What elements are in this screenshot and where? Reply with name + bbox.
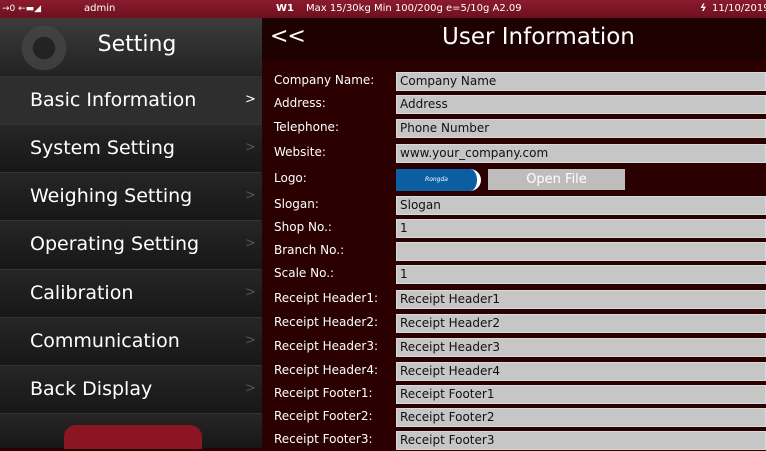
receipt-footer1-field[interactable]: Receipt Footer1 [396,385,766,404]
content-header: << User Information [262,18,766,60]
form-row-receipt-header4: Receipt Header4: Receipt Header4 [262,360,766,382]
form-row-branch-no: Branch No.: [262,240,766,262]
field-label: Receipt Header1: [274,291,379,305]
shop-no-field[interactable]: 1 [396,219,766,238]
sidebar-item-basic-information[interactable]: Basic Information > [0,76,262,124]
field-label: Receipt Header3: [274,339,379,353]
field-label: Logo: [274,171,307,185]
sidebar-item-label: Communication [30,330,180,352]
website-field[interactable]: www.your_company.com [396,144,766,163]
sidebar-header: Setting [0,18,262,76]
sidebar-item-label: System Setting [30,137,175,159]
form-row-receipt-header1: Receipt Header1: Receipt Header1 [262,288,766,310]
branch-no-field[interactable] [396,242,766,261]
form-row-receipt-footer2: Receipt Footer2: Receipt Footer2 [262,406,766,428]
field-label: Receipt Footer1: [274,386,373,400]
receipt-header1-field[interactable]: Receipt Header1 [396,290,766,309]
status-icons: →0 ←▬◢ [2,4,42,14]
sidebar-item-weighing-setting[interactable]: Weighing Setting > [0,172,262,220]
form-row-website: Website: www.your_company.com [262,142,766,164]
slogan-field[interactable]: Slogan [396,196,766,215]
sidebar-item-system-setting[interactable]: System Setting > [0,124,262,172]
chevron-right-icon: > [245,236,256,251]
form-row-scale-no: Scale No.: 1 [262,263,766,285]
field-label: Scale No.: [274,266,335,280]
sidebar-item-label: Back Display [30,378,153,400]
field-label: Shop No.: [274,220,332,234]
field-label: Receipt Header2: [274,315,379,329]
chevron-right-icon: > [245,92,256,107]
receipt-footer2-field[interactable]: Receipt Footer2 [396,408,766,427]
datetime: 11/10/2019 08: [712,3,766,14]
company-name-field[interactable]: Company Name [396,72,766,91]
scale-no-field[interactable]: 1 [396,265,766,284]
red-action-button[interactable] [64,425,202,449]
user-label: admin [84,3,116,14]
form-row-logo: Logo: Rongda Open File [262,168,766,191]
form-row-shop-no: Shop No.: 1 [262,217,766,239]
back-button[interactable]: << [270,24,306,49]
status-bar: →0 ←▬◢ admin W1 Max 15/30kg Min 100/200g… [0,0,766,18]
sidebar-item-calibration[interactable]: Calibration > [0,269,262,317]
field-label: Receipt Footer3: [274,432,373,446]
field-label: Branch No.: [274,243,345,257]
receipt-header2-field[interactable]: Receipt Header2 [396,314,766,333]
scale-label: W1 [276,3,294,14]
form-row-receipt-header3: Receipt Header3: Receipt Header3 [262,336,766,358]
sidebar-item-communication[interactable]: Communication > [0,317,262,365]
field-label: Slogan: [274,197,319,211]
form-row-address: Address: Address [262,93,766,115]
form-row-receipt-header2: Receipt Header2: Receipt Header2 [262,312,766,334]
field-label: Company Name: [274,73,375,87]
chevron-right-icon: > [245,381,256,396]
receipt-header3-field[interactable]: Receipt Header3 [396,338,766,357]
field-label: Receipt Footer2: [274,409,373,423]
open-file-button[interactable]: Open File [488,169,625,190]
field-label: Address: [274,96,326,110]
sidebar-item-operating-setting[interactable]: Operating Setting > [0,220,262,268]
address-field[interactable]: Address [396,95,766,114]
sidebar-item-label: Operating Setting [30,233,200,255]
main-content: << User Information Company Name: Company… [262,18,766,450]
form-row-receipt-footer1: Receipt Footer1: Receipt Footer1 [262,383,766,405]
field-label: Receipt Header4: [274,363,379,377]
scale-info: Max 15/30kg Min 100/200g e=5/10g A2.09 [306,3,522,14]
logo-image: Rongda [396,169,481,191]
field-label: Telephone: [274,120,339,134]
telephone-field[interactable]: Phone Number [396,119,766,138]
receipt-footer3-field[interactable]: Receipt Footer3 [396,431,766,450]
sidebar-item-label: Basic Information [30,89,197,111]
sidebar-item-label: Calibration [30,282,134,304]
receipt-header4-field[interactable]: Receipt Header4 [396,362,766,381]
form-row-slogan: Slogan: Slogan [262,194,766,216]
chevron-right-icon: > [245,333,256,348]
sidebar: Setting Basic Information > System Settin… [0,18,262,448]
sidebar-title: Setting [97,32,177,57]
chevron-right-icon: > [245,140,256,155]
page-title: User Information [442,24,635,50]
form-row-telephone: Telephone: Phone Number [262,117,766,139]
sidebar-item-label: Weighing Setting [30,185,193,207]
field-label: Website: [274,145,326,159]
chevron-right-icon: > [245,188,256,203]
chevron-right-icon: > [245,285,256,300]
power-icon: ϟ [700,3,707,14]
form-row-company-name: Company Name: Company Name [262,70,766,92]
sidebar-item-back-display[interactable]: Back Display > [0,365,262,413]
